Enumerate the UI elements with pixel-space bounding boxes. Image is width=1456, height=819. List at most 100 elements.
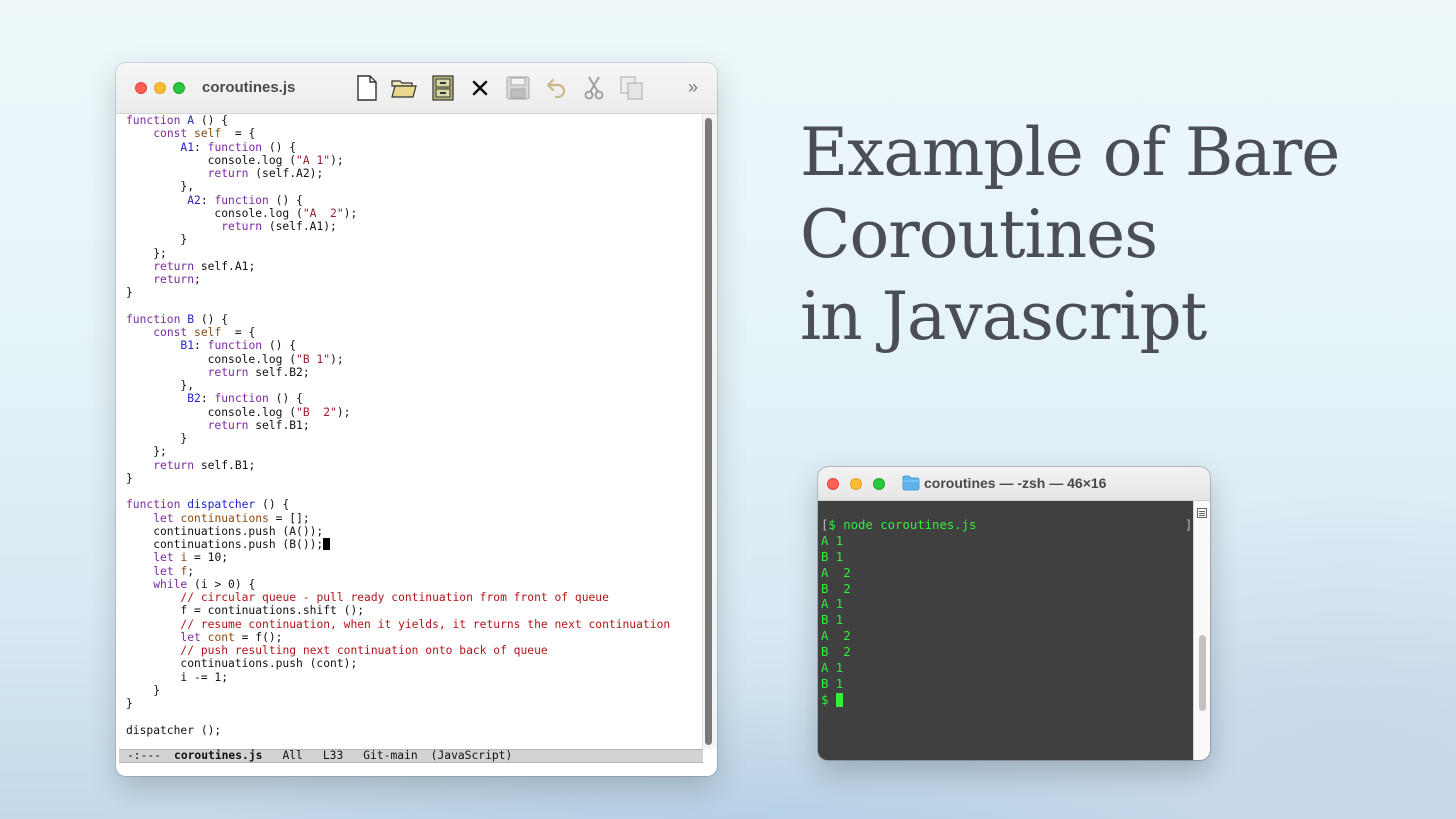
terminal-output-line: A 1 — [821, 597, 844, 612]
code-line: console.log ("A 1"); — [126, 153, 344, 167]
code-line: return (self.A1); — [221, 220, 337, 233]
folder-icon — [902, 475, 920, 496]
code-line: continuations.push (B()); — [126, 538, 670, 551]
zoom-button[interactable] — [173, 82, 185, 94]
terminal-output-line: A 2 — [821, 629, 851, 644]
code-line: }, — [126, 180, 195, 194]
code-line: return self.B2; — [207, 365, 310, 379]
new-file-icon[interactable] — [354, 75, 380, 101]
code-line: console.log ("B 1"); — [126, 352, 344, 366]
code-line: B1: function () { — [180, 339, 297, 353]
code-line: let continuations = []; — [153, 511, 310, 525]
headline: Example of Bare Coroutines in Javascript — [800, 112, 1420, 358]
code-line: return (self.A2); — [207, 167, 324, 180]
terminal-close-button[interactable] — [827, 478, 839, 490]
terminal-prompt-line: $ — [821, 692, 976, 709]
code-line: // resume continuation, when it yields, … — [180, 617, 671, 631]
terminal-zoom-button[interactable] — [873, 478, 885, 490]
code-line: return self.B1; — [207, 418, 310, 432]
terminal-minimize-button[interactable] — [850, 478, 862, 490]
file-cabinet-icon[interactable] — [430, 75, 456, 101]
minimize-button[interactable] — [154, 82, 166, 94]
editor-titlebar: coroutines.js » — [116, 63, 717, 114]
terminal-output-line: B 2 — [821, 581, 851, 596]
copy-icon[interactable] — [619, 75, 645, 101]
close-button[interactable] — [135, 82, 147, 94]
terminal-titlebar: coroutines — -zsh — 46×16 — [818, 467, 1210, 501]
code-line: console.log ("B 2"); — [126, 405, 351, 419]
terminal-output-line: A 1 — [821, 533, 844, 548]
headline-line-2: Coroutines — [800, 196, 1158, 273]
code-line: }; — [126, 246, 167, 260]
undo-icon[interactable] — [543, 75, 569, 101]
code-line: } — [126, 432, 188, 445]
editor-window: coroutines.js » function A () { const se… — [116, 63, 717, 776]
modeline-position: All — [282, 749, 303, 762]
code-line: } — [126, 471, 133, 485]
terminal-output[interactable]: [$ node coroutines.js A 1B 1A 2B 2A 1B 1A… — [821, 518, 976, 709]
code-line: console.log ("A 2"); — [126, 206, 358, 220]
code-line: function dispatcher () { — [126, 498, 290, 512]
code-line: }; — [126, 445, 167, 459]
code-editor[interactable]: function A () { const self = { A1: funct… — [116, 114, 702, 749]
terminal-output-line: B 1 — [821, 549, 844, 564]
editor-scrollbar-thumb[interactable] — [705, 118, 712, 745]
code-line: let cont = f(); — [180, 630, 283, 644]
code-line: f = continuations.shift (); — [126, 604, 365, 618]
toolbar-overflow-icon[interactable]: » — [688, 77, 698, 98]
terminal-cursor — [835, 692, 843, 707]
code-line: const self = { — [153, 127, 256, 141]
save-icon[interactable] — [505, 75, 531, 101]
terminal-command-line: [$ node coroutines.js — [821, 518, 977, 532]
editor-title: coroutines.js — [202, 79, 296, 96]
code-line: B2: function () { — [187, 392, 303, 406]
code-line: dispatcher (); — [126, 723, 222, 737]
terminal-output-line: A 1 — [821, 661, 844, 676]
terminal-output-line: B 1 — [821, 613, 844, 628]
headline-line-3: in Javascript — [800, 278, 1207, 355]
modeline-line-number: L33 — [322, 749, 344, 762]
terminal-title: coroutines — -zsh — 46×16 — [924, 475, 1107, 491]
modeline-major-mode: (JavaScript) — [430, 749, 513, 762]
modeline-buffer-name: coroutines.js — [174, 749, 263, 762]
code-line: let i = 10; — [153, 551, 229, 565]
text-cursor — [323, 538, 331, 550]
open-folder-icon[interactable] — [391, 75, 417, 101]
cut-icon[interactable] — [581, 75, 607, 101]
code-line: // push resulting next continuation onto… — [180, 644, 548, 657]
modeline-status: -:--- — [127, 749, 162, 762]
scrollbar-menu-icon[interactable] — [1197, 505, 1207, 518]
code-line: function A () { — [126, 114, 229, 127]
code-line: return self.B1; — [153, 458, 256, 472]
code-line: return; — [153, 273, 201, 286]
code-line: } — [126, 683, 161, 697]
mode-line: -:--- coroutines.js All L33 Git-main (JavaScr… — [119, 749, 703, 763]
code-line: i -= 1; — [126, 670, 229, 684]
close-buffer-icon[interactable] — [467, 75, 493, 101]
code-line: function B () { — [126, 312, 229, 326]
terminal-window: coroutines — -zsh — 46×16 [$ node corout… — [818, 467, 1210, 760]
terminal-output-line: A 2 — [821, 565, 851, 580]
code-line: } — [126, 233, 188, 247]
terminal-body[interactable]: [$ node coroutines.js A 1B 1A 2B 2A 1B 1A… — [818, 501, 1193, 760]
code-line: } — [126, 697, 133, 710]
code-text[interactable]: function A () { const self = { A1: funct… — [126, 114, 670, 737]
code-line: while (i > 0) { — [153, 577, 256, 591]
code-line: A2: function () { — [187, 193, 303, 207]
code-line: let f; — [153, 564, 195, 578]
terminal-scrollbar-thumb[interactable] — [1199, 635, 1206, 711]
code-line: } — [126, 286, 133, 300]
headline-line-1: Example of Bare — [800, 114, 1340, 191]
code-line: continuations.push (A()); — [126, 524, 324, 538]
code-line: const self = { — [153, 326, 256, 339]
terminal-scrollbar[interactable] — [1193, 501, 1210, 760]
code-line: return self.A1; — [153, 259, 256, 273]
terminal-line-marker: ] — [1185, 518, 1193, 532]
modeline-git-branch: Git-main — [363, 749, 418, 762]
terminal-output-line: B 1 — [821, 676, 844, 691]
code-line: A1: function () { — [180, 140, 297, 154]
code-line: continuations.push (cont); — [126, 657, 358, 671]
